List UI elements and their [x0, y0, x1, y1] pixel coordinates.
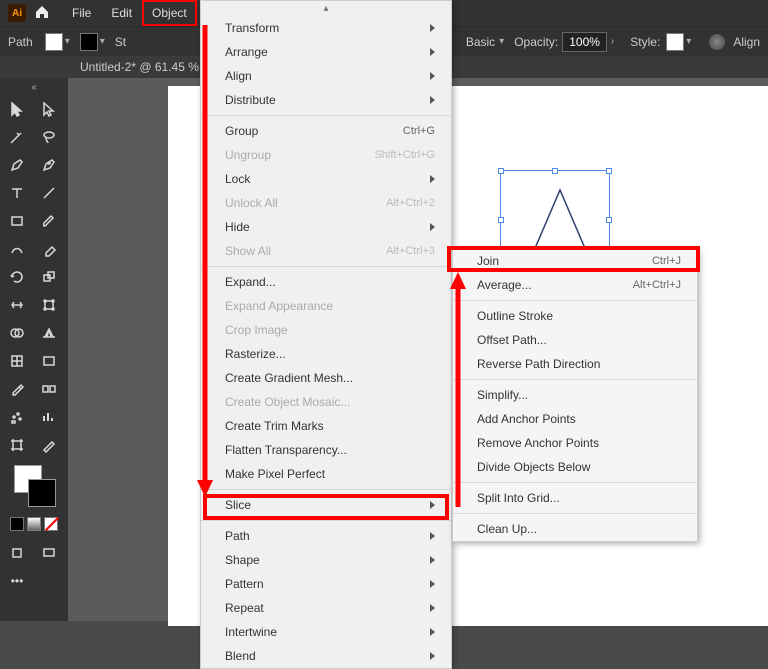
shape-builder-tool-icon[interactable]	[4, 321, 30, 345]
rectangle-tool-icon[interactable]	[4, 209, 30, 233]
opacity-label: Opacity:	[514, 35, 558, 49]
pen-tool-icon[interactable]	[4, 153, 30, 177]
perspective-grid-tool-icon[interactable]	[36, 321, 62, 345]
gradient-tool-icon[interactable]	[36, 349, 62, 373]
menu-path[interactable]: Path	[201, 524, 451, 548]
menu-slice[interactable]: Slice	[201, 493, 451, 517]
menu-intertwine[interactable]: Intertwine	[201, 620, 451, 644]
submenu-simplify[interactable]: Simplify...	[453, 383, 697, 407]
menu-create-object-mosaic: Create Object Mosaic...	[201, 390, 451, 414]
free-transform-tool-icon[interactable]	[36, 293, 62, 317]
submenu-offset-path[interactable]: Offset Path...	[453, 328, 697, 352]
menu-align[interactable]: Align	[201, 64, 451, 88]
stroke-swatch[interactable]	[80, 33, 98, 51]
document-setup-icon[interactable]	[709, 34, 725, 50]
align-label[interactable]: Align	[733, 35, 760, 49]
menu-transform[interactable]: Transform	[201, 16, 451, 40]
submenu-average[interactable]: Average...Alt+Ctrl+J	[453, 273, 697, 297]
app-icon: Ai	[8, 4, 26, 22]
slice-tool-icon[interactable]	[36, 433, 62, 457]
submenu-join[interactable]: JoinCtrl+J	[453, 249, 697, 273]
menu-create-gradient-mesh[interactable]: Create Gradient Mesh...	[201, 366, 451, 390]
selection-tool-icon[interactable]	[4, 97, 30, 121]
submenu-split-into-grid[interactable]: Split Into Grid...	[453, 486, 697, 510]
menu-object[interactable]: Object	[142, 0, 197, 26]
menu-make-pixel-perfect[interactable]: Make Pixel Perfect	[201, 462, 451, 486]
menu-rasterize[interactable]: Rasterize...	[201, 342, 451, 366]
fill-stroke-control[interactable]	[14, 465, 54, 505]
expand-panel-icon[interactable]: «	[4, 82, 64, 93]
menu-create-trim-marks[interactable]: Create Trim Marks	[201, 414, 451, 438]
path-submenu-dropdown: JoinCtrl+J Average...Alt+Ctrl+J Outline …	[452, 248, 698, 542]
style-label: Style:	[630, 35, 660, 49]
submenu-add-anchor-points[interactable]: Add Anchor Points	[453, 407, 697, 431]
shaper-tool-icon[interactable]	[4, 237, 30, 261]
brush-basic[interactable]: Basic	[466, 35, 495, 49]
menu-distribute[interactable]: Distribute	[201, 88, 451, 112]
home-icon[interactable]	[34, 4, 50, 23]
scale-tool-icon[interactable]	[36, 265, 62, 289]
edit-toolbar-icon[interactable]: •••	[4, 569, 30, 593]
menu-expand-appearance: Expand Appearance	[201, 294, 451, 318]
menu-show-all: Show AllAlt+Ctrl+3	[201, 239, 451, 263]
menu-unlock-all: Unlock AllAlt+Ctrl+2	[201, 191, 451, 215]
lasso-tool-icon[interactable]	[36, 125, 62, 149]
submenu-remove-anchor-points[interactable]: Remove Anchor Points	[453, 431, 697, 455]
fill-swatch[interactable]	[45, 33, 63, 51]
menu-hide[interactable]: Hide	[201, 215, 451, 239]
menu-ungroup: UngroupShift+Ctrl+G	[201, 143, 451, 167]
submenu-outline-stroke[interactable]: Outline Stroke	[453, 304, 697, 328]
menu-lock[interactable]: Lock	[201, 167, 451, 191]
line-tool-icon[interactable]	[36, 181, 62, 205]
menu-pattern[interactable]: Pattern	[201, 572, 451, 596]
direct-selection-tool-icon[interactable]	[36, 97, 62, 121]
menu-edit[interactable]: Edit	[101, 0, 142, 26]
style-swatch[interactable]	[666, 33, 684, 51]
opacity-value[interactable]: 100%	[562, 32, 607, 52]
tools-panel: « •••	[0, 78, 68, 621]
stroke-label: St	[115, 35, 126, 49]
submenu-divide-objects-below[interactable]: Divide Objects Below	[453, 455, 697, 479]
menu-crop-image: Crop Image	[201, 318, 451, 342]
submenu-reverse-path-direction[interactable]: Reverse Path Direction	[453, 352, 697, 376]
menu-group[interactable]: GroupCtrl+G	[201, 119, 451, 143]
menu-scroll-up-icon[interactable]: ▴	[201, 1, 451, 16]
menu-flatten-transparency[interactable]: Flatten Transparency...	[201, 438, 451, 462]
mesh-tool-icon[interactable]	[4, 349, 30, 373]
width-tool-icon[interactable]	[4, 293, 30, 317]
eyedropper-tool-icon[interactable]	[4, 377, 30, 401]
object-menu-dropdown: ▴ Transform Arrange Align Distribute Gro…	[200, 0, 452, 669]
curvature-tool-icon[interactable]	[36, 153, 62, 177]
rotate-tool-icon[interactable]	[4, 265, 30, 289]
color-mode-row[interactable]	[4, 517, 64, 531]
screen-mode-icon[interactable]	[36, 541, 62, 565]
menu-expand[interactable]: Expand...	[201, 270, 451, 294]
blend-tool-icon[interactable]	[36, 377, 62, 401]
magic-wand-tool-icon[interactable]	[4, 125, 30, 149]
drawing-mode-icon[interactable]	[4, 541, 30, 565]
menu-file[interactable]: File	[62, 0, 101, 26]
menu-blend[interactable]: Blend	[201, 644, 451, 668]
selection-label: Path	[8, 35, 33, 49]
menu-arrange[interactable]: Arrange	[201, 40, 451, 64]
menu-shape[interactable]: Shape	[201, 548, 451, 572]
symbol-sprayer-tool-icon[interactable]	[4, 405, 30, 429]
type-tool-icon[interactable]	[4, 181, 30, 205]
column-graph-tool-icon[interactable]	[36, 405, 62, 429]
artboard-tool-icon[interactable]	[4, 433, 30, 457]
eraser-tool-icon[interactable]	[36, 237, 62, 261]
submenu-clean-up[interactable]: Clean Up...	[453, 517, 697, 541]
paintbrush-tool-icon[interactable]	[36, 209, 62, 233]
menu-repeat[interactable]: Repeat	[201, 596, 451, 620]
